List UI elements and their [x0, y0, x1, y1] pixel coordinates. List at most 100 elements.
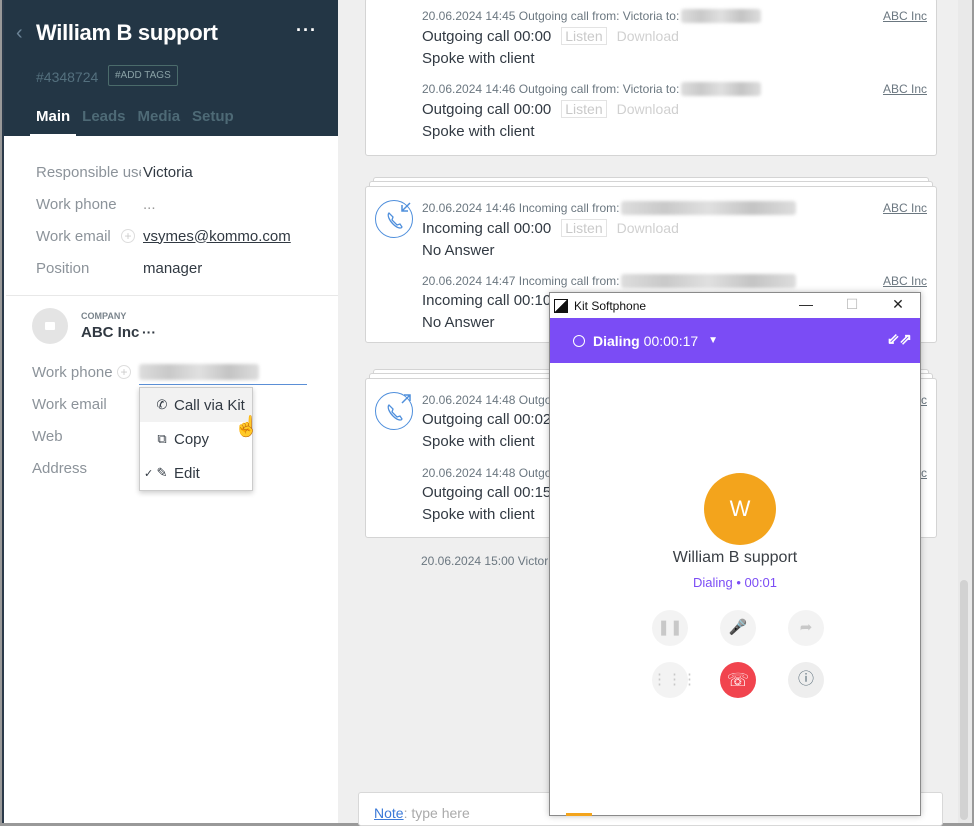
tab-media[interactable]: Media	[138, 108, 181, 125]
company-link[interactable]: ABC Inc	[883, 201, 927, 215]
call-result: Spoke with client	[422, 123, 535, 140]
hangup-phone-icon: ☏	[726, 670, 750, 690]
company-more-icon[interactable]: ···	[142, 324, 156, 340]
add-tags-button[interactable]: #ADD TAGS	[108, 65, 178, 86]
call-meta: 20.06.2024 14:46 Incoming call from:	[422, 201, 620, 215]
copy-icon: ⧉	[157, 431, 167, 446]
call-result: No Answer	[422, 242, 495, 259]
contact-tabs: Main Leads Media Setup	[29, 108, 234, 138]
field-label: Position	[36, 259, 90, 277]
hangup-button[interactable]: ☏	[720, 662, 756, 698]
company-label: COMPANY	[81, 311, 127, 321]
info-button[interactable]: ⓘ	[788, 662, 824, 698]
collapse-arrows-icon[interactable]: ⇙⇗	[887, 330, 912, 348]
section-divider	[6, 295, 338, 296]
field-label: Work email	[32, 395, 107, 413]
company-name[interactable]: ABC Inc	[81, 324, 139, 341]
tab-leads[interactable]: Leads	[82, 108, 125, 125]
blurred-number	[621, 274, 797, 288]
field-label: Work phone	[36, 195, 117, 213]
softphone-window: Kit Softphone — ☐ ✕ Dialing 00:00:17 ▼ ⇙…	[549, 292, 921, 816]
more-options-icon[interactable]: ···	[296, 20, 317, 41]
menu-item-label: Call via Kit	[174, 396, 245, 414]
note-type-link[interactable]: Note	[374, 805, 404, 821]
add-plus-icon[interactable]: +	[121, 229, 135, 243]
close-icon[interactable]: ✕	[888, 296, 908, 313]
blurred-number	[621, 201, 797, 215]
email-link[interactable]: vsymes@kommo.com	[143, 228, 291, 245]
call-summary: Outgoing call 00:00	[422, 100, 552, 118]
listen-button[interactable]: Listen	[561, 219, 607, 237]
call-entry: 20.06.2024 14:46 Incoming call from: ABC…	[422, 201, 927, 259]
blurred-number	[681, 82, 762, 96]
call-meta: 20.06.2024 14:45 Outgoing call from: Vic…	[422, 9, 680, 23]
status-ring-icon	[573, 334, 585, 347]
field-work-phone[interactable]: Work phone ...	[36, 188, 326, 220]
field-value[interactable]: ...	[143, 196, 156, 213]
listen-button[interactable]: Listen	[561, 27, 607, 45]
blurred-number	[681, 9, 762, 23]
download-link[interactable]: Download	[617, 220, 679, 236]
outgoing-call-icon	[375, 392, 413, 430]
phone-icon: ✆	[156, 397, 168, 412]
listen-button[interactable]: Listen	[561, 100, 607, 118]
hand-cursor-icon: ☝	[234, 416, 259, 438]
back-chevron-icon[interactable]: ‹	[16, 22, 23, 45]
scrollbar-thumb[interactable]	[960, 580, 968, 820]
call-group-card: 20.06.2024 14:45 Outgoing call from: Vic…	[365, 0, 937, 156]
company-link[interactable]: ABC Inc	[883, 274, 927, 288]
transfer-call-icon: ➦	[799, 619, 813, 636]
download-link[interactable]: Download	[617, 28, 679, 44]
tab-main[interactable]: Main	[29, 108, 77, 138]
tab-setup[interactable]: Setup	[192, 108, 234, 125]
status-timer: 00:00:17	[643, 332, 699, 349]
dropdown-caret-icon[interactable]: ▼	[708, 335, 718, 346]
add-plus-icon[interactable]: +	[117, 365, 131, 379]
company-avatar-icon	[32, 308, 68, 344]
company-field-work-phone[interactable]: Work phone +	[32, 356, 322, 388]
field-responsible-user[interactable]: Responsible user Victoria	[36, 156, 326, 188]
field-position[interactable]: Position manager	[36, 252, 326, 284]
check-icon: ✓	[144, 467, 154, 480]
phone-input-underline	[139, 384, 307, 385]
pause-icon: ❚❚	[657, 619, 683, 636]
incoming-call-icon	[375, 200, 413, 238]
softphone-call-status: Dialing • 00:01	[692, 575, 778, 590]
status-label: Dialing	[593, 332, 640, 349]
call-summary: Outgoing call 00:15	[422, 484, 552, 501]
call-status-bar: Dialing 00:00:17 ▼ ⇙⇗	[550, 318, 920, 363]
phone-value-blurred[interactable]	[139, 364, 259, 380]
contact-avatar: W	[704, 473, 776, 545]
call-meta: 20.06.2024 14:46 Outgoing call from: Vic…	[422, 82, 680, 96]
mute-button[interactable]: 🎤	[720, 610, 756, 646]
contact-fields: Responsible user Victoria Work phone ...…	[36, 156, 326, 284]
phone-context-menu: ✆ Call via Kit ⧉ Copy ✓ ✎ Edit	[139, 387, 253, 491]
menu-item-edit[interactable]: ✓ ✎ Edit	[140, 456, 252, 490]
keypad-button[interactable]: ⋮⋮⋮	[652, 662, 697, 698]
field-label: Web	[32, 427, 63, 445]
call-entry: 20.06.2024 14:45 Outgoing call from: Vic…	[422, 9, 927, 67]
call-summary: Outgoing call 00:02	[422, 411, 552, 428]
download-link[interactable]: Download	[617, 101, 679, 117]
call-result: Spoke with client	[422, 50, 535, 67]
minimize-icon[interactable]: —	[796, 296, 816, 312]
contact-header: ‹ William B support ··· #4348724 #ADD TA…	[4, 0, 338, 138]
hold-button[interactable]: ❚❚	[652, 610, 688, 646]
contact-title: William B support	[36, 20, 218, 45]
maximize-icon[interactable]: ☐	[842, 296, 862, 313]
transfer-button[interactable]: ➦	[788, 610, 824, 646]
call-entry: 20.06.2024 14:46 Outgoing call from: Vic…	[422, 82, 927, 140]
menu-item-label: Copy	[174, 430, 210, 448]
kit-logo-icon	[554, 298, 568, 313]
field-value[interactable]: manager	[143, 260, 202, 277]
softphone-titlebar[interactable]: Kit Softphone — ☐ ✕	[550, 293, 920, 318]
company-link[interactable]: ABC Inc	[883, 9, 927, 23]
field-value[interactable]: Victoria	[143, 164, 193, 181]
call-summary: Incoming call 00:10	[422, 292, 552, 309]
call-meta: 20.06.2024 14:47 Incoming call from:	[422, 274, 620, 288]
field-work-email[interactable]: Work email + vsymes@kommo.com	[36, 220, 326, 252]
call-summary: Outgoing call 00:00	[422, 27, 552, 45]
info-icon: ⓘ	[797, 671, 814, 688]
call-summary: Incoming call 00:00	[422, 219, 552, 237]
company-link[interactable]: ABC Inc	[883, 82, 927, 96]
